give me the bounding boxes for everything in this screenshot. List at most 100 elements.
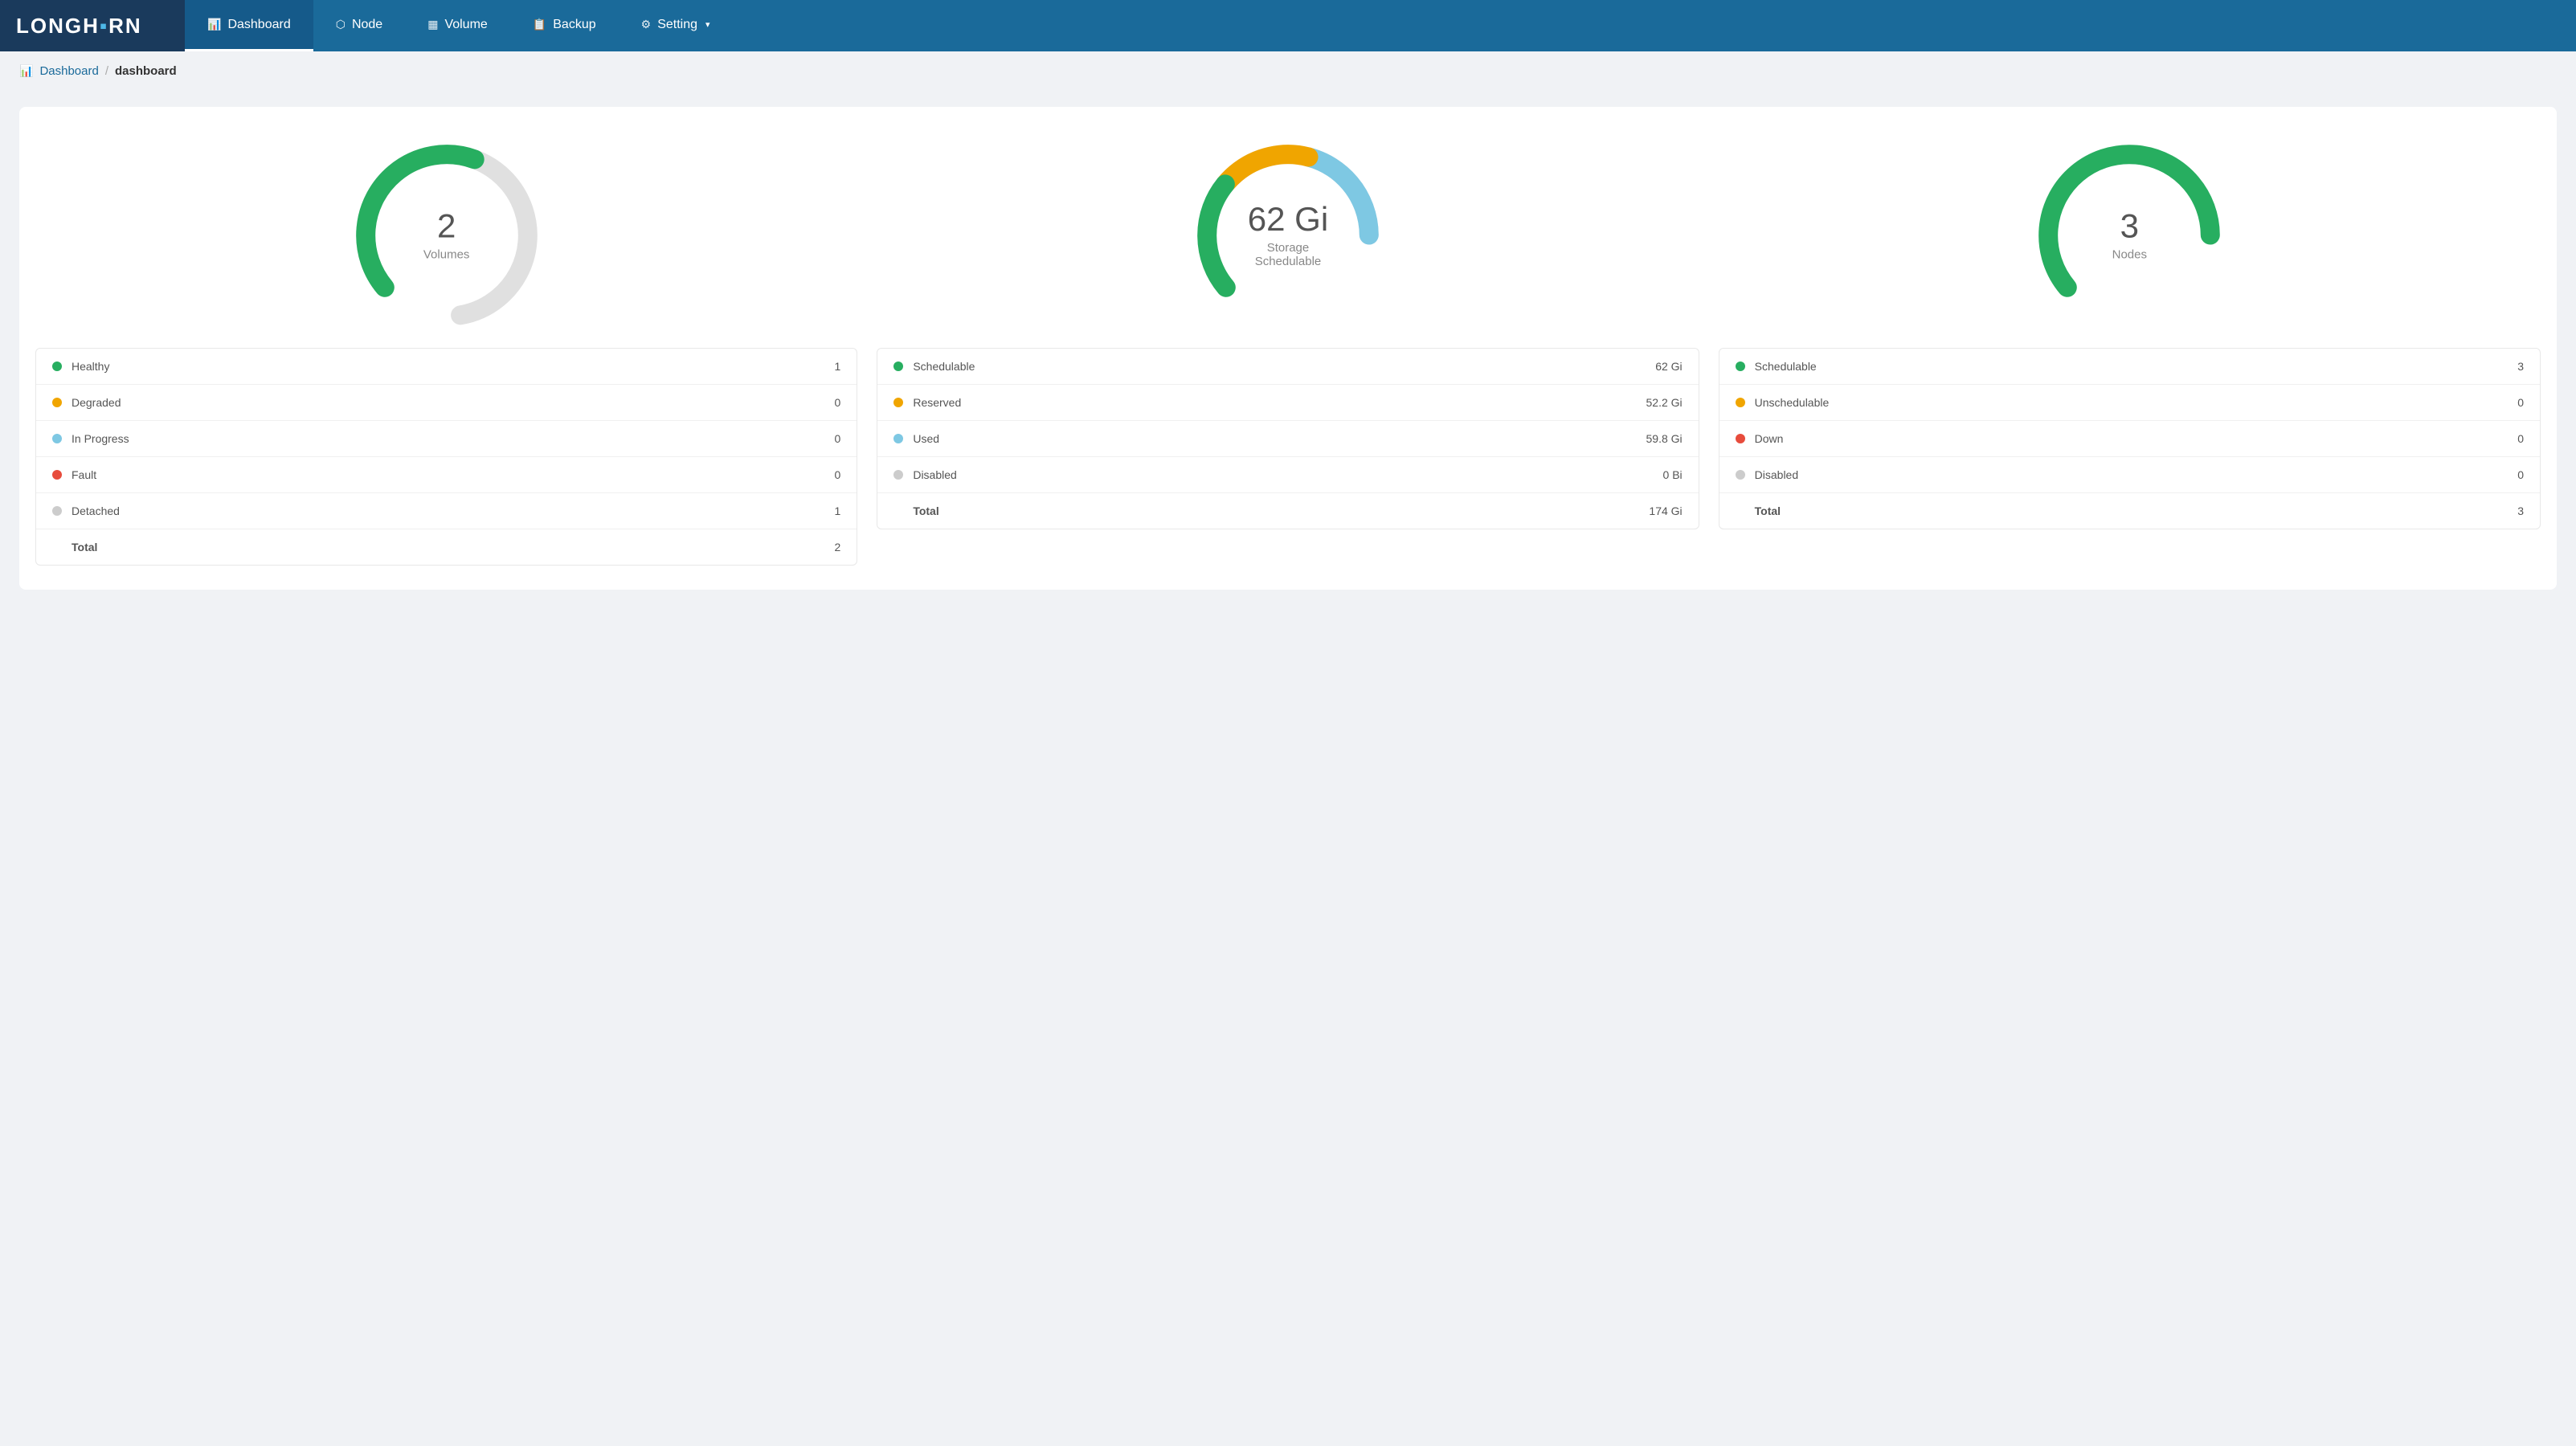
nodes-down-label: Down xyxy=(1755,432,2518,445)
fault-dot xyxy=(52,470,62,480)
degraded-dot xyxy=(52,398,62,407)
storage-value: 62 Gi xyxy=(1240,202,1336,236)
nodes-card: 3 Nodes Schedulable 3 Unschedulable 0 D xyxy=(1719,139,2541,566)
inprogress-label: In Progress xyxy=(72,432,835,445)
nodes-stat-unschedulable: Unschedulable 0 xyxy=(1719,385,2540,421)
cards-row: 2 Volumes Healthy 1 Degraded 0 In Progr xyxy=(19,107,2557,590)
volumes-stat-total: Total 2 xyxy=(36,529,857,565)
volume-icon: ▦ xyxy=(427,18,438,31)
storage-stat-reserved: Reserved 52.2 Gi xyxy=(877,385,1698,421)
volumes-stat-degraded: Degraded 0 xyxy=(36,385,857,421)
storage-disabled-dot xyxy=(893,470,903,480)
storage-used-label: Used xyxy=(913,432,1646,445)
nodes-down-value: 0 xyxy=(2517,432,2524,445)
volumes-stat-inprogress: In Progress 0 xyxy=(36,421,857,457)
nodes-disabled-value: 0 xyxy=(2517,468,2524,481)
volumes-stats: Healthy 1 Degraded 0 In Progress 0 Fault… xyxy=(35,348,857,566)
logo-text: LONGH▪RN xyxy=(16,14,142,39)
detached-label: Detached xyxy=(72,504,835,517)
nodes-donut: 3 Nodes xyxy=(2033,139,2226,332)
storage-schedulable-dot xyxy=(893,362,903,371)
storage-total-label: Total xyxy=(913,504,1649,517)
nav-label-dashboard: Dashboard xyxy=(227,18,290,32)
healthy-value: 1 xyxy=(835,360,841,373)
nodes-stat-total: Total 3 xyxy=(1719,493,2540,529)
nodes-total-label: Total xyxy=(1755,504,2518,517)
nodes-unschedulable-dot xyxy=(1736,398,1745,407)
nav-item-dashboard[interactable]: 📊 Dashboard xyxy=(185,0,313,51)
node-icon: ⬡ xyxy=(336,18,346,31)
volumes-subtitle: Volumes xyxy=(423,248,470,262)
inprogress-value: 0 xyxy=(835,432,841,445)
nodes-stats: Schedulable 3 Unschedulable 0 Down 0 Dis… xyxy=(1719,348,2541,529)
nodes-unschedulable-label: Unschedulable xyxy=(1755,396,2518,409)
volumes-card: 2 Volumes Healthy 1 Degraded 0 In Progr xyxy=(35,139,857,566)
storage-used-dot xyxy=(893,434,903,443)
breadcrumb-separator: / xyxy=(105,64,108,78)
nodes-disabled-label: Disabled xyxy=(1755,468,2518,481)
storage-reserved-value: 52.2 Gi xyxy=(1646,396,1683,409)
storage-total-dot-placeholder xyxy=(893,506,903,516)
main-nav: 📊 Dashboard ⬡ Node ▦ Volume 📋 Backup ⚙ S… xyxy=(185,0,733,51)
volumes-donut: 2 Volumes xyxy=(350,139,543,332)
nodes-unschedulable-value: 0 xyxy=(2517,396,2524,409)
nodes-schedulable-label: Schedulable xyxy=(1755,360,2518,373)
breadcrumb-current: dashboard xyxy=(115,64,177,78)
breadcrumb-icon: 📊 xyxy=(19,64,33,78)
setting-icon: ⚙ xyxy=(641,18,652,31)
nav-label-backup: Backup xyxy=(553,18,595,32)
storage-reserved-dot xyxy=(893,398,903,407)
total-label: Total xyxy=(72,541,835,553)
main-content: 2 Volumes Healthy 1 Degraded 0 In Progr xyxy=(0,91,2576,625)
nav-item-node[interactable]: ⬡ Node xyxy=(313,0,405,51)
chevron-down-icon: ▾ xyxy=(705,19,710,30)
storage-card: 62 Gi Storage Schedulable Schedulable 62… xyxy=(877,139,1699,566)
nav-label-setting: Setting xyxy=(657,18,697,32)
total-value: 2 xyxy=(835,541,841,553)
nav-label-volume: Volume xyxy=(444,18,487,32)
nodes-down-dot xyxy=(1736,434,1745,443)
nodes-schedulable-value: 3 xyxy=(2517,360,2524,373)
breadcrumb: 📊 Dashboard / dashboard xyxy=(0,51,2576,91)
storage-subtitle: Storage Schedulable xyxy=(1240,241,1336,268)
detached-value: 1 xyxy=(835,504,841,517)
nav-label-node: Node xyxy=(352,18,382,32)
storage-total-value: 174 Gi xyxy=(1649,504,1682,517)
nodes-stat-disabled: Disabled 0 xyxy=(1719,457,2540,493)
nodes-value: 3 xyxy=(2112,210,2147,243)
degraded-label: Degraded xyxy=(72,396,835,409)
nodes-disabled-dot xyxy=(1736,470,1745,480)
nodes-subtitle: Nodes xyxy=(2112,248,2147,262)
volumes-value: 2 xyxy=(423,210,470,243)
volumes-stat-fault: Fault 0 xyxy=(36,457,857,493)
logo: LONGH▪RN xyxy=(0,0,185,51)
storage-stat-used: Used 59.8 Gi xyxy=(877,421,1698,457)
header: LONGH▪RN 📊 Dashboard ⬡ Node ▦ Volume 📋 B… xyxy=(0,0,2576,51)
detached-dot xyxy=(52,506,62,516)
storage-stat-disabled: Disabled 0 Bi xyxy=(877,457,1698,493)
fault-value: 0 xyxy=(835,468,841,481)
storage-used-value: 59.8 Gi xyxy=(1646,432,1683,445)
nav-item-backup[interactable]: 📋 Backup xyxy=(510,0,619,51)
storage-donut: 62 Gi Storage Schedulable xyxy=(1192,139,1384,332)
storage-stats: Schedulable 62 Gi Reserved 52.2 Gi Used … xyxy=(877,348,1699,529)
fault-label: Fault xyxy=(72,468,835,481)
nodes-total-dot-placeholder xyxy=(1736,506,1745,516)
nav-item-setting[interactable]: ⚙ Setting ▾ xyxy=(619,0,733,51)
storage-schedulable-value: 62 Gi xyxy=(1655,360,1682,373)
healthy-label: Healthy xyxy=(72,360,835,373)
volumes-stat-detached: Detached 1 xyxy=(36,493,857,529)
volumes-donut-label: 2 Volumes xyxy=(423,210,470,262)
storage-reserved-label: Reserved xyxy=(913,396,1646,409)
healthy-dot xyxy=(52,362,62,371)
degraded-value: 0 xyxy=(835,396,841,409)
storage-stat-total: Total 174 Gi xyxy=(877,493,1698,529)
storage-donut-label: 62 Gi Storage Schedulable xyxy=(1240,202,1336,268)
storage-disabled-value: 0 Bi xyxy=(1663,468,1683,481)
dashboard-icon: 📊 xyxy=(207,18,221,31)
breadcrumb-parent[interactable]: Dashboard xyxy=(39,64,98,78)
backup-icon: 📋 xyxy=(533,18,546,31)
nodes-total-value: 3 xyxy=(2517,504,2524,517)
total-dot-placeholder xyxy=(52,542,62,552)
nav-item-volume[interactable]: ▦ Volume xyxy=(405,0,510,51)
